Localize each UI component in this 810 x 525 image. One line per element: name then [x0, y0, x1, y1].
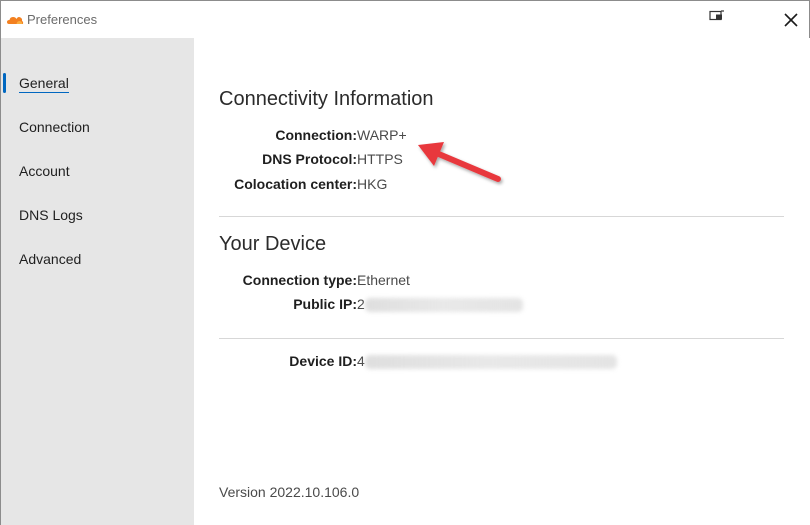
sidebar-item-label: General	[19, 75, 69, 93]
connectivity-title: Connectivity Information	[219, 88, 434, 110]
public-ip-value: 2	[357, 296, 523, 313]
public-ip-visible-char: 2	[357, 296, 365, 312]
public-ip-redacted	[364, 298, 523, 313]
colocation-value: HKG	[357, 176, 388, 192]
section-divider	[219, 338, 784, 339]
active-indicator	[3, 73, 6, 93]
sidebar-item-label: Connection	[19, 119, 90, 135]
version-text: Version 2022.10.106.0	[219, 484, 360, 500]
sidebar-item-account[interactable]: Account	[1, 156, 194, 186]
device-id-label: Device ID:	[289, 353, 357, 369]
connection-type-label: Connection type:	[242, 272, 357, 288]
sidebar-item-label: DNS Logs	[19, 207, 83, 223]
sidebar-item-connection[interactable]: Connection	[1, 112, 194, 142]
your-device-title: Your Device	[219, 233, 327, 255]
sidebar: General Connection Account DNS Logs Adva…	[1, 38, 194, 525]
title-bar: Preferences	[1, 1, 809, 37]
compact-view-icon[interactable]	[707, 8, 727, 24]
section-divider	[219, 216, 784, 217]
connection-type-value: Ethernet	[357, 272, 410, 288]
public-ip-label: Public IP:	[293, 296, 357, 312]
connection-value: WARP+	[357, 127, 407, 143]
dns-protocol-value: HTTPS	[357, 151, 403, 167]
cloudflare-cloud-icon	[6, 13, 24, 25]
general-panel: Connectivity Information Connection: WAR…	[194, 38, 810, 525]
colocation-label: Colocation center:	[234, 176, 357, 192]
sidebar-item-label: Advanced	[19, 251, 82, 267]
connection-type-row: Connection type: Ethernet	[194, 272, 794, 292]
window-title: Preferences	[27, 12, 98, 27]
sidebar-item-dns-logs[interactable]: DNS Logs	[1, 200, 194, 230]
dns-protocol-label: DNS Protocol:	[262, 151, 357, 167]
device-id-visible-char: 4	[357, 353, 365, 369]
close-icon	[784, 13, 798, 27]
device-id-value: 4	[357, 353, 617, 370]
sidebar-item-label: Account	[19, 163, 70, 179]
public-ip-row: Public IP: 2	[194, 296, 794, 316]
sidebar-item-general[interactable]: General	[1, 68, 194, 98]
sidebar-item-advanced[interactable]: Advanced	[1, 244, 194, 274]
device-id-redacted	[364, 355, 617, 370]
connection-label: Connection:	[275, 127, 357, 143]
red-annotation-arrow	[418, 142, 501, 182]
close-button[interactable]	[777, 7, 805, 33]
device-id-row: Device ID: 4	[194, 353, 794, 373]
preferences-window: Preferences General Connection Account D…	[0, 0, 810, 525]
